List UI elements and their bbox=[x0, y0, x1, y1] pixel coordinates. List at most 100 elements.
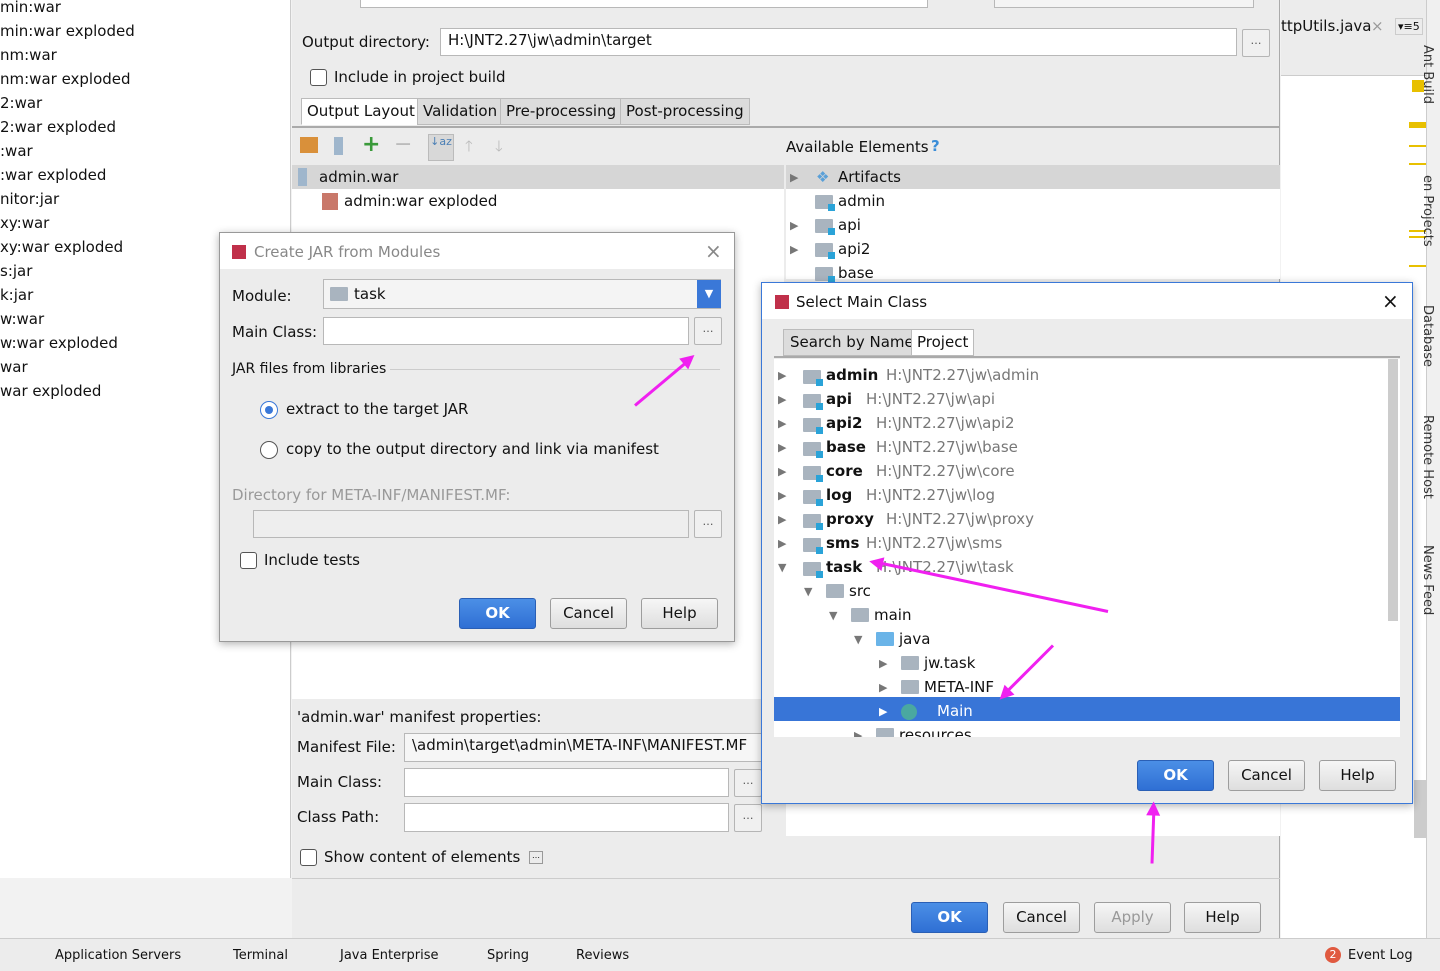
expand-icon[interactable]: ▶ bbox=[879, 681, 887, 694]
tool-window-remote-host[interactable]: Remote Host bbox=[1420, 415, 1435, 499]
chevron-down-icon[interactable]: ▼ bbox=[697, 280, 721, 308]
tool-window-ant-build[interactable]: Ant Build bbox=[1420, 45, 1435, 104]
apply-button[interactable]: Apply bbox=[1094, 902, 1171, 933]
tab-output-layout[interactable]: Output Layout bbox=[301, 98, 421, 125]
tab-list-button[interactable]: ▾≡5 bbox=[1395, 18, 1423, 35]
name-field[interactable] bbox=[360, 0, 928, 8]
new-folder-icon[interactable] bbox=[300, 137, 318, 153]
help-icon[interactable]: ? bbox=[931, 137, 940, 155]
tab-close-icon[interactable]: × bbox=[1371, 17, 1384, 35]
event-log-tab[interactable]: Event Log bbox=[1348, 948, 1413, 963]
expand-icon[interactable]: ▼ bbox=[854, 633, 862, 646]
tool-window-news-feed[interactable]: News Feed bbox=[1420, 545, 1435, 615]
terminal-tab[interactable]: Terminal bbox=[233, 948, 288, 963]
expand-icon[interactable]: ▼ bbox=[829, 609, 837, 622]
move-down-icon[interactable]: 🡓 bbox=[495, 136, 503, 161]
manifest-dir-browse[interactable]: … bbox=[694, 510, 722, 538]
manifest-dir-field[interactable] bbox=[253, 510, 689, 538]
expand-icon[interactable]: ▶ bbox=[778, 465, 786, 478]
move-up-icon[interactable]: 🡑 bbox=[465, 136, 473, 161]
tree-node[interactable]: java bbox=[899, 630, 930, 648]
copy-radio[interactable] bbox=[260, 441, 278, 459]
available-item[interactable]: api bbox=[838, 216, 861, 234]
module-name[interactable]: sms bbox=[826, 534, 860, 552]
main-class-browse[interactable]: … bbox=[734, 769, 762, 797]
main-class-field[interactable] bbox=[323, 317, 689, 345]
module-select[interactable]: task bbox=[323, 279, 721, 309]
artifact-list-item[interactable]: min:war bbox=[0, 0, 61, 16]
class-path-browse[interactable]: … bbox=[734, 804, 762, 832]
artifact-list-item[interactable]: :war bbox=[0, 142, 33, 160]
artifact-list-item[interactable]: w:war bbox=[0, 310, 44, 328]
close-icon[interactable]: × bbox=[705, 239, 722, 263]
expand-icon[interactable]: ▶ bbox=[879, 705, 887, 718]
artifact-list-item[interactable]: 2:war bbox=[0, 94, 42, 112]
tab-search-by-name[interactable]: Search by Name bbox=[783, 329, 921, 356]
ok-button[interactable]: OK bbox=[1137, 760, 1214, 791]
available-item[interactable]: Artifacts bbox=[838, 168, 901, 186]
tab-post-processing[interactable]: Post-processing bbox=[620, 98, 750, 125]
include-build-checkbox[interactable] bbox=[310, 69, 327, 86]
tool-window-maven-projects[interactable]: en Projects bbox=[1420, 175, 1435, 247]
layout-item[interactable]: admin:war exploded bbox=[344, 192, 497, 210]
tree-node[interactable]: main bbox=[874, 606, 911, 624]
artifact-list-item[interactable]: xy:war bbox=[0, 214, 49, 232]
tree-node[interactable]: resources bbox=[899, 726, 972, 737]
artifact-list-item[interactable]: nm:war bbox=[0, 46, 57, 64]
ok-button[interactable]: OK bbox=[459, 598, 536, 629]
expand-icon[interactable]: ▶ bbox=[854, 729, 862, 737]
tree-node[interactable]: Main bbox=[937, 702, 973, 720]
artifact-list-item[interactable]: k:jar bbox=[0, 286, 33, 304]
module-name[interactable]: base bbox=[826, 438, 866, 456]
cancel-button[interactable]: Cancel bbox=[550, 598, 627, 629]
more-icon[interactable]: … bbox=[529, 851, 543, 864]
artifact-list-item[interactable]: s:jar bbox=[0, 262, 32, 280]
tab-pre-processing[interactable]: Pre-processing bbox=[500, 98, 623, 125]
collapse-icon[interactable]: ▼ bbox=[778, 561, 786, 574]
app-servers-tab[interactable]: Application Servers bbox=[55, 948, 181, 963]
artifact-list-item[interactable]: 2:war exploded bbox=[0, 118, 116, 136]
artifact-list-item[interactable]: war bbox=[0, 358, 28, 376]
type-select[interactable] bbox=[994, 0, 1254, 8]
tab-validation[interactable]: Validation bbox=[417, 98, 504, 125]
main-class-browse[interactable]: … bbox=[694, 317, 722, 345]
manifest-file-field[interactable]: \admin\target\admin\META-INF\MANIFEST.MF bbox=[404, 733, 764, 762]
expand-icon[interactable]: ▶ bbox=[778, 369, 786, 382]
tree-node[interactable]: src bbox=[849, 582, 871, 600]
tree-node[interactable]: META-INF bbox=[924, 678, 994, 696]
expand-icon[interactable]: ▶ bbox=[778, 417, 786, 430]
cancel-button[interactable]: Cancel bbox=[1003, 902, 1080, 933]
archive-icon[interactable] bbox=[334, 137, 343, 155]
tab-project[interactable]: Project bbox=[911, 329, 975, 356]
class-path-field[interactable] bbox=[404, 803, 729, 832]
available-item[interactable]: admin bbox=[838, 192, 885, 210]
remove-icon[interactable]: − bbox=[394, 132, 412, 157]
layout-item[interactable]: admin.war bbox=[319, 168, 398, 186]
module-name[interactable]: log bbox=[826, 486, 852, 504]
ok-button[interactable]: OK bbox=[911, 902, 988, 933]
artifact-list-item[interactable]: min:war exploded bbox=[0, 22, 135, 40]
tree-node[interactable]: jw.task bbox=[924, 654, 975, 672]
reviews-tab[interactable]: Reviews bbox=[576, 948, 629, 963]
main-class-field[interactable] bbox=[404, 768, 729, 797]
module-name[interactable]: api2 bbox=[826, 414, 862, 432]
show-content-checkbox[interactable] bbox=[300, 849, 317, 866]
expand-icon[interactable]: ▶ bbox=[879, 657, 887, 670]
module-name[interactable]: api bbox=[826, 390, 852, 408]
spring-tab[interactable]: Spring bbox=[487, 948, 529, 963]
tool-window-database[interactable]: Database bbox=[1420, 305, 1435, 367]
available-item[interactable]: api2 bbox=[838, 240, 870, 258]
extract-radio[interactable] bbox=[260, 401, 278, 419]
java-enterprise-tab[interactable]: Java Enterprise bbox=[340, 948, 438, 963]
expand-icon[interactable]: ▶ bbox=[778, 441, 786, 454]
output-dir-field[interactable]: H:\JNT2.27\jw\admin\target bbox=[440, 28, 1237, 56]
expand-icon[interactable]: ▶ bbox=[778, 513, 786, 526]
editor-tab[interactable]: ttpUtils.java bbox=[1281, 17, 1372, 35]
include-tests-checkbox[interactable] bbox=[240, 552, 257, 569]
module-name[interactable]: core bbox=[826, 462, 863, 480]
sort-icon[interactable]: ↓az bbox=[428, 134, 454, 161]
module-name[interactable]: proxy bbox=[826, 510, 874, 528]
artifact-list-item[interactable]: war exploded bbox=[0, 382, 101, 400]
help-button[interactable]: Help bbox=[1184, 902, 1261, 933]
artifact-list-item[interactable]: w:war exploded bbox=[0, 334, 118, 352]
